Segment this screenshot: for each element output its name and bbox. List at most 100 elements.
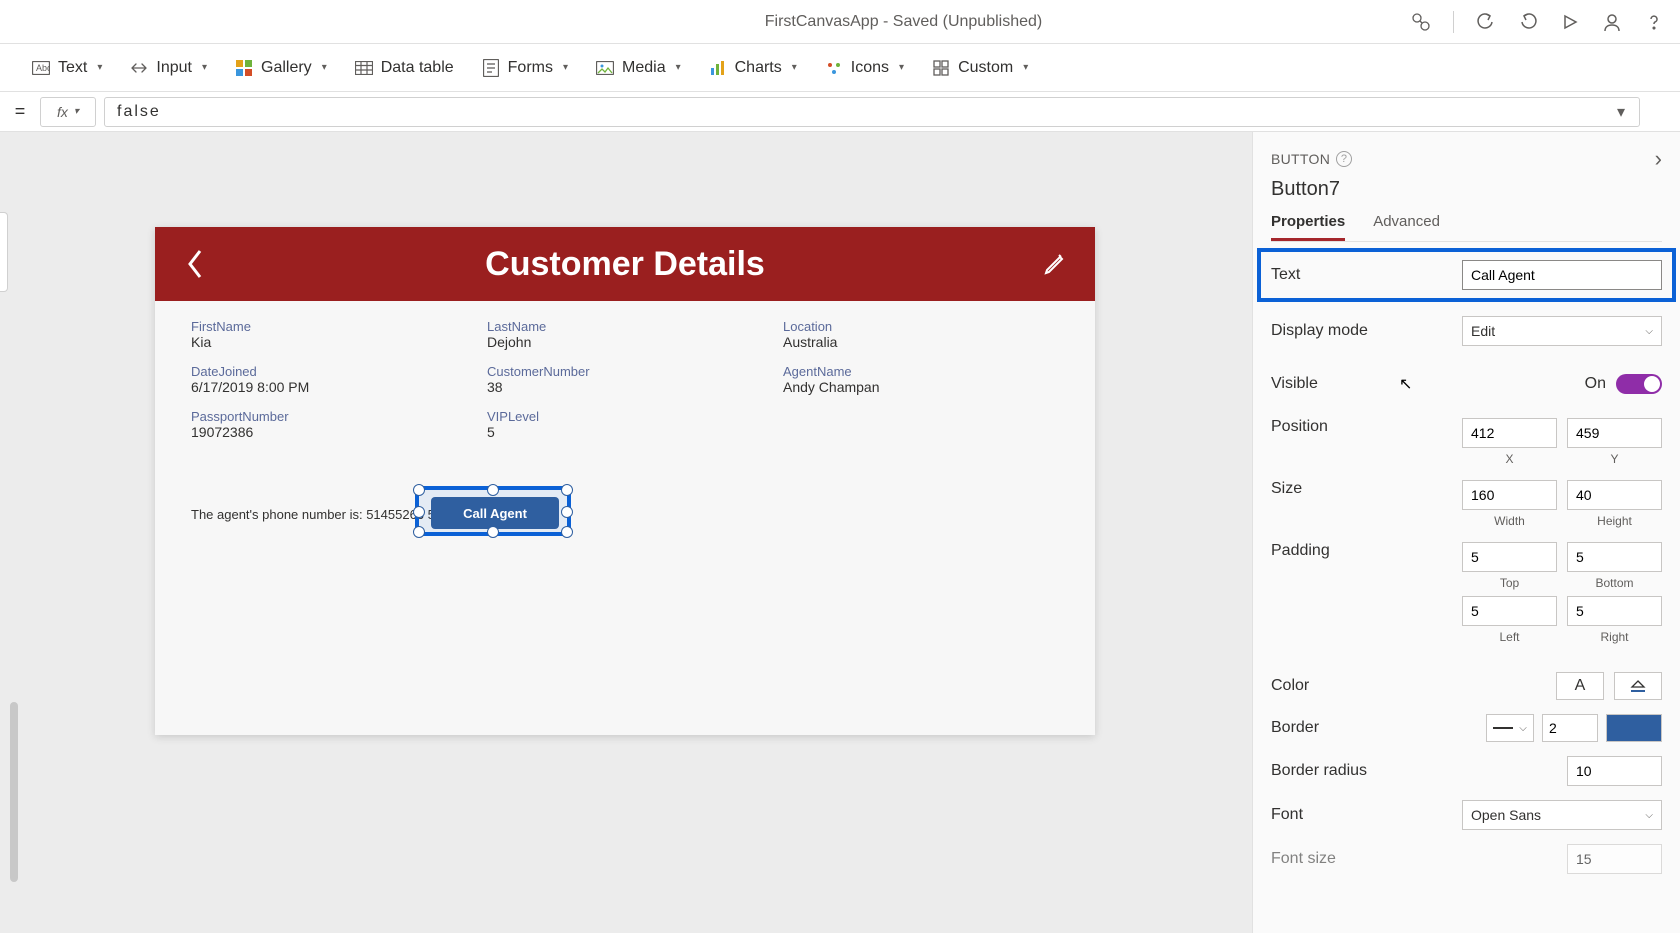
tab-properties[interactable]: Properties — [1271, 213, 1345, 241]
resize-handle[interactable] — [487, 484, 499, 496]
ribbon-icons[interactable]: Icons ▾ — [825, 59, 904, 77]
chevron-down-icon: ▾ — [322, 62, 327, 73]
prop-padding-label: Padding — [1271, 542, 1462, 560]
ribbon-charts-label: Charts — [735, 59, 782, 77]
equals-label: = — [0, 101, 40, 122]
ribbon-custom[interactable]: Custom▾ — [932, 59, 1028, 77]
prop-font-select[interactable]: Open Sans⌵ — [1462, 800, 1662, 830]
app-title: FirstCanvasApp - Saved (Unpublished) — [16, 13, 1411, 31]
resize-handle[interactable] — [413, 526, 425, 538]
prop-fontsize-input[interactable] — [1567, 844, 1662, 874]
user-icon[interactable] — [1602, 12, 1622, 32]
border-width-input[interactable] — [1542, 714, 1598, 742]
ribbon-input[interactable]: Input ▾ — [130, 59, 207, 77]
chevron-down-icon: ⌵ — [1645, 326, 1653, 337]
ribbon-custom-label: Custom — [958, 59, 1013, 77]
titlebar-actions — [1411, 11, 1664, 33]
details-grid: FirstNameKia LastNameDejohn LocationAust… — [155, 301, 1095, 448]
field-value: 6/17/2019 8:00 PM — [191, 379, 467, 395]
prop-borderradius-input[interactable] — [1567, 756, 1662, 786]
sublabel: Width — [1462, 514, 1557, 528]
prop-color-label: Color — [1271, 677, 1556, 695]
canvas-area[interactable]: Customer Details FirstNameKia LastNameDe… — [0, 132, 1252, 933]
resize-handle[interactable] — [413, 506, 425, 518]
main-area: Customer Details FirstNameKia LastNameDe… — [0, 132, 1680, 933]
field-value: 38 — [487, 379, 763, 395]
prop-text-label: Text — [1271, 266, 1462, 284]
ribbon-forms[interactable]: Forms▾ — [482, 59, 568, 77]
scrollbar[interactable] — [10, 702, 18, 882]
chevron-down-icon: ▾ — [97, 62, 102, 73]
ribbon-text[interactable]: Abc Text▾ — [32, 59, 102, 77]
datatable-icon — [355, 59, 373, 77]
ribbon-media[interactable]: Media ▾ — [596, 59, 681, 77]
border-style-select[interactable]: ⌵ — [1486, 714, 1534, 742]
field-label: Location — [783, 319, 1059, 334]
control-name: Button7 — [1271, 178, 1662, 201]
play-icon[interactable] — [1560, 12, 1580, 32]
field-value: Kia — [191, 334, 467, 350]
ribbon-media-label: Media — [622, 59, 666, 77]
prop-position-y[interactable] — [1567, 418, 1662, 448]
redo-icon[interactable] — [1518, 12, 1538, 32]
undo-icon[interactable] — [1476, 12, 1496, 32]
prop-text-row-highlight: Text — [1257, 248, 1676, 302]
ribbon-datatable[interactable]: Data table — [355, 59, 454, 77]
resize-handle[interactable] — [487, 526, 499, 538]
media-icon — [596, 59, 614, 77]
screen-title: Customer Details — [485, 245, 765, 284]
health-icon[interactable] — [1411, 12, 1431, 32]
resize-handle[interactable] — [413, 484, 425, 496]
field-label: PassportNumber — [191, 409, 467, 424]
resize-handle[interactable] — [561, 526, 573, 538]
ribbon-icons-label: Icons — [851, 59, 889, 77]
ribbon-charts[interactable]: Charts▾ — [709, 59, 797, 77]
prop-position-label: Position — [1271, 418, 1462, 436]
prop-text-input[interactable] — [1462, 260, 1662, 290]
chevron-down-icon: ▾ — [202, 62, 207, 73]
prop-displaymode-label: Display mode — [1271, 322, 1462, 340]
expand-formula-icon[interactable]: ▾ — [1617, 102, 1627, 122]
title-bar: FirstCanvasApp - Saved (Unpublished) — [0, 0, 1680, 44]
prop-displaymode-select[interactable]: Edit⌵ — [1462, 316, 1662, 346]
prop-size-width[interactable] — [1462, 480, 1557, 510]
field-value: Dejohn — [487, 334, 763, 350]
ribbon-input-label: Input — [156, 59, 192, 77]
prop-padding-top[interactable] — [1462, 542, 1557, 572]
back-icon[interactable] — [179, 248, 211, 280]
help-icon[interactable]: ? — [1336, 151, 1352, 167]
prop-borderradius-label: Border radius — [1271, 762, 1567, 780]
prop-visible-toggle[interactable] — [1616, 374, 1662, 394]
tab-advanced[interactable]: Advanced — [1373, 213, 1440, 241]
prop-padding-left[interactable] — [1462, 596, 1557, 626]
fx-selector[interactable]: fx▾ — [40, 97, 96, 127]
prop-fontsize-label: Font size — [1271, 850, 1567, 868]
ribbon-gallery[interactable]: Gallery▾ — [235, 59, 327, 77]
help-icon[interactable] — [1644, 12, 1664, 32]
prop-size-height[interactable] — [1567, 480, 1662, 510]
selected-control[interactable]: Call Agent — [415, 486, 571, 536]
sublabel: Left — [1462, 630, 1557, 644]
separator — [1453, 11, 1454, 33]
collapse-panel-icon[interactable]: › — [1655, 146, 1662, 172]
prop-position-x[interactable] — [1462, 418, 1557, 448]
resize-handle[interactable] — [561, 484, 573, 496]
formula-input[interactable]: false ▾ — [104, 97, 1640, 127]
call-agent-button[interactable]: Call Agent — [431, 497, 559, 529]
edit-icon[interactable] — [1039, 248, 1071, 280]
border-color-swatch[interactable] — [1606, 714, 1662, 742]
chevron-down-icon: ▾ — [676, 62, 681, 73]
chevron-down-icon: ▾ — [899, 62, 904, 73]
resize-handle[interactable] — [561, 506, 573, 518]
prop-padding-right[interactable] — [1567, 596, 1662, 626]
properties-tabs: Properties Advanced — [1271, 213, 1662, 242]
chevron-down-icon: ▾ — [563, 62, 568, 73]
chevron-down-icon: ⌵ — [1519, 723, 1527, 734]
agent-phone-text: The agent's phone number is: 51455266 5 — [191, 507, 435, 522]
collapsed-panel-handle[interactable] — [0, 212, 8, 292]
ribbon-toolbar: Abc Text▾ Input ▾ Gallery▾ Data table For… — [0, 44, 1680, 92]
prop-padding-bottom[interactable] — [1567, 542, 1662, 572]
font-color-button[interactable]: A — [1556, 672, 1604, 700]
fill-color-button[interactable] — [1614, 672, 1662, 700]
prop-border-label: Border — [1271, 719, 1486, 737]
